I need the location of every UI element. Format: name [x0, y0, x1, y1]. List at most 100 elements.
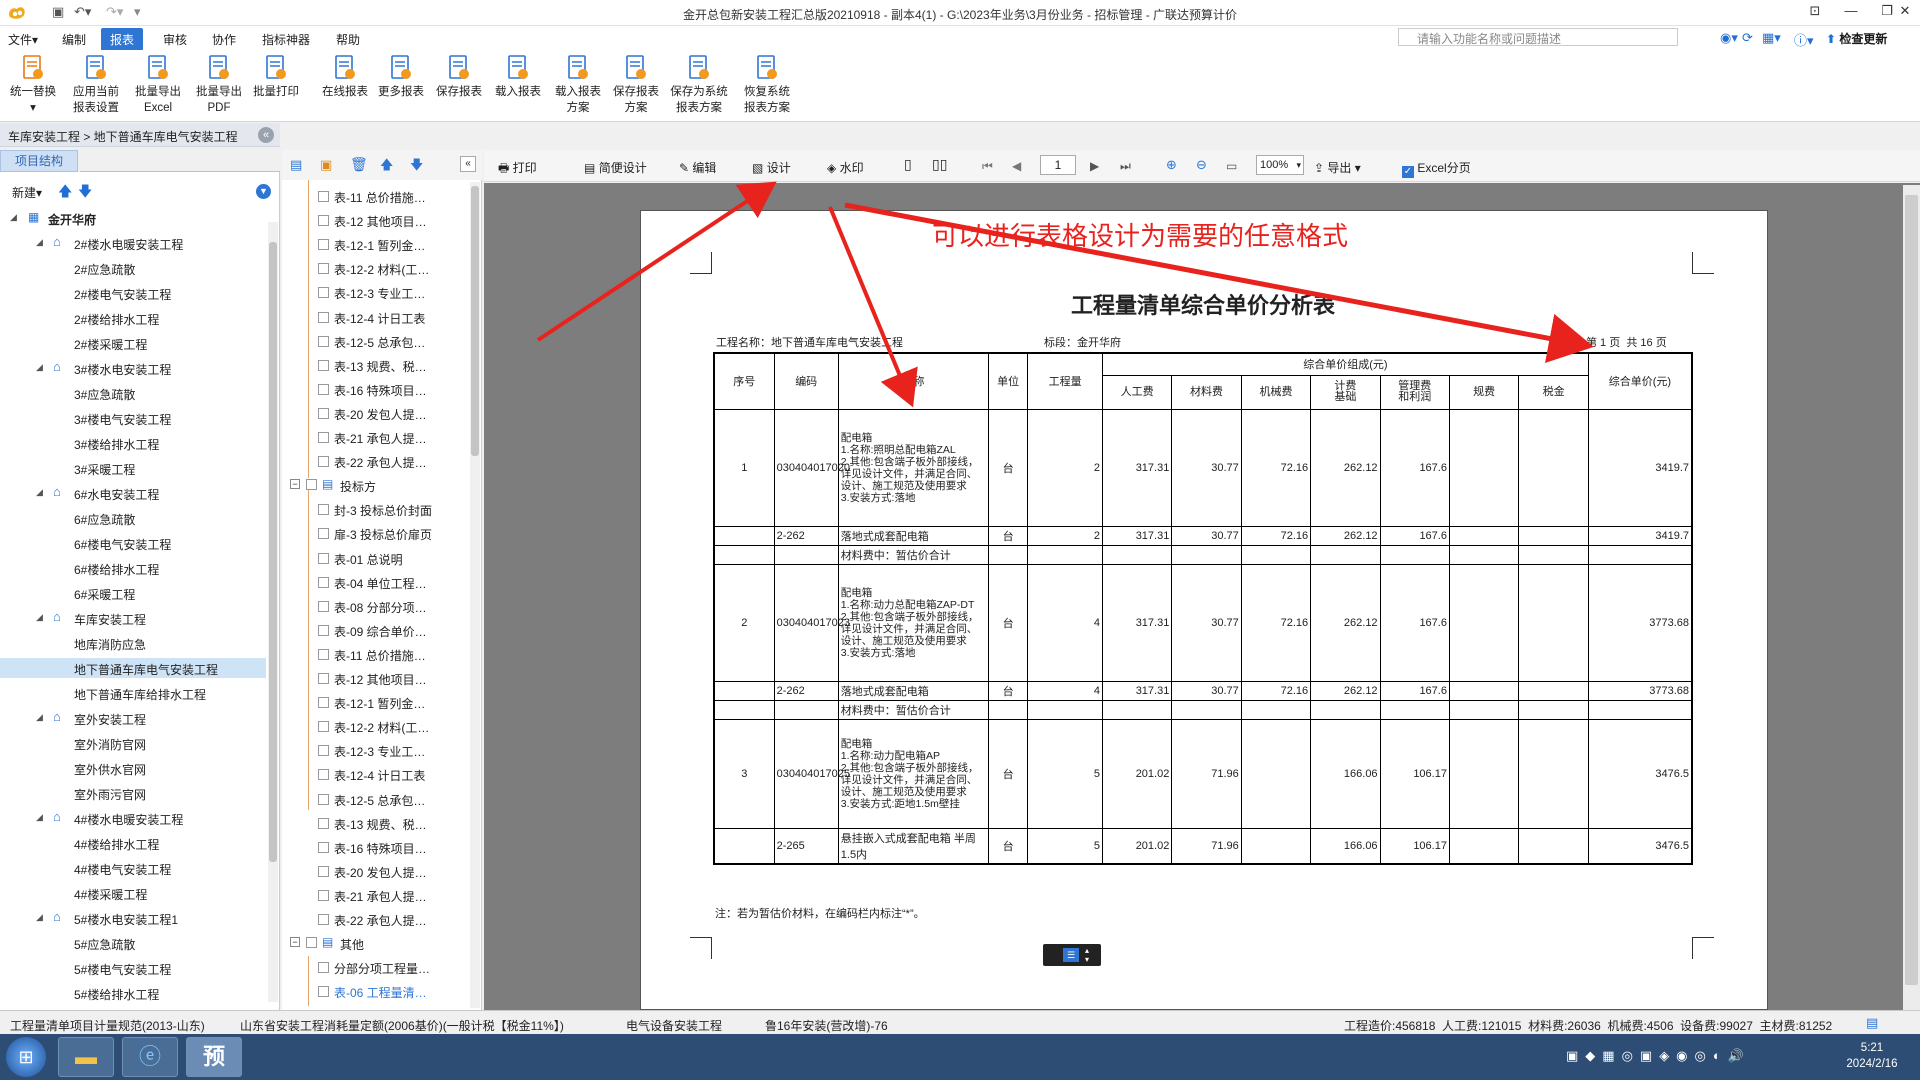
check-update-button[interactable]: ⬆ 检查更新: [1826, 30, 1887, 47]
collapse-breadcrumb-icon[interactable]: «: [258, 127, 274, 143]
new-button[interactable]: 新建▾: [12, 184, 42, 201]
collapse-arrow-icon[interactable]: ◢: [36, 812, 43, 823]
report-item[interactable]: 表-04 单位工程…: [334, 575, 427, 592]
report-checkbox[interactable]: [318, 986, 329, 998]
tree-leaf[interactable]: 3#应急疏散: [0, 383, 266, 403]
zoom-out-icon[interactable]: ⊖: [1196, 157, 1207, 173]
ribbon-button-11[interactable]: 保存为系统 报表方案: [666, 54, 732, 116]
menu-file[interactable]: 文件▾: [8, 31, 38, 48]
report-item[interactable]: 表-16 特殊项目…: [334, 382, 427, 399]
print-button[interactable]: 🖶 打印: [498, 159, 537, 180]
tree-leaf[interactable]: 6#应急疏散: [0, 508, 266, 528]
budget-app-taskbar-button[interactable]: 预: [186, 1037, 242, 1077]
report-checkbox[interactable]: [318, 359, 329, 371]
report-checkbox[interactable]: [318, 600, 329, 612]
tree-node[interactable]: ◢ ⌂ 3#楼水电安装工程: [0, 358, 266, 378]
tree-leaf[interactable]: 6#楼电气安装工程: [0, 533, 266, 553]
report-checkbox[interactable]: [318, 383, 329, 395]
report-checkbox[interactable]: [318, 504, 329, 516]
single-page-icon[interactable]: ▯: [904, 156, 912, 173]
tree-leaf[interactable]: 室外雨污官网: [0, 783, 266, 803]
report-item[interactable]: 表-09 综合单价…: [334, 623, 427, 640]
report-list-scroll-thumb[interactable]: [471, 186, 479, 456]
report-checkbox[interactable]: [318, 335, 329, 347]
explorer-taskbar-icon[interactable]: ▬: [58, 1037, 114, 1077]
status-layout-icon[interactable]: ▤: [1866, 1015, 1878, 1031]
tree-leaf[interactable]: 室外供水官网: [0, 758, 266, 778]
help-icon[interactable]: ⓘ▾: [1794, 30, 1814, 49]
tab-project-structure[interactable]: 项目结构: [0, 150, 78, 172]
watermark-button[interactable]: ◈ 水印: [827, 159, 864, 176]
tree-leaf[interactable]: 4#楼采暖工程: [0, 883, 266, 903]
search-input[interactable]: 请输入功能名称或问题描述: [1398, 28, 1678, 46]
report-item[interactable]: 表-06 工程量清…: [334, 984, 427, 1001]
report-checkbox[interactable]: [318, 769, 329, 781]
tree-leaf[interactable]: 地下普通车库电气安装工程: [0, 658, 266, 678]
collapse-arrow-icon[interactable]: ◢: [36, 612, 43, 623]
tree-node[interactable]: ◢ ⌂ 5#楼水电安装工程1: [0, 908, 266, 928]
report-checkbox[interactable]: [318, 576, 329, 588]
report-checkbox[interactable]: [318, 697, 329, 709]
report-checkbox[interactable]: [318, 432, 329, 443]
first-page-icon[interactable]: ⏮: [982, 159, 993, 174]
tree-leaf[interactable]: 3#楼电气安装工程: [0, 408, 266, 428]
ribbon-button-12[interactable]: 恢复系统 报表方案: [736, 54, 798, 116]
tree-leaf[interactable]: 2#楼给排水工程: [0, 308, 266, 328]
report-item[interactable]: 表-01 总说明: [334, 551, 403, 568]
ribbon-button-8[interactable]: 载入报表: [490, 54, 546, 100]
report-checkbox[interactable]: [318, 648, 329, 660]
next-page-icon[interactable]: ▶: [1090, 159, 1099, 173]
move-up-icon[interactable]: 🡅: [58, 181, 72, 205]
tree-leaf[interactable]: 3#楼给排水工程: [0, 433, 266, 453]
report-checkbox[interactable]: [318, 962, 329, 974]
report-item[interactable]: 表-22 承包人提…: [334, 912, 427, 929]
tree-leaf[interactable]: 5#楼电气安装工程: [0, 958, 266, 978]
report-checkbox[interactable]: [318, 215, 329, 227]
report-item[interactable]: 表-21 承包人提…: [334, 430, 427, 447]
collapse-group-icon[interactable]: −: [290, 479, 300, 490]
report-item[interactable]: 表-12-1 暂列金…: [334, 237, 425, 254]
collapse-arrow-icon[interactable]: ◢: [36, 487, 43, 498]
report-item[interactable]: 表-11 总价措施…: [334, 647, 426, 664]
report-item[interactable]: 表-12-2 材料(工…: [334, 261, 429, 278]
tree-scroll-thumb[interactable]: [269, 242, 277, 862]
page-nav-widget[interactable]: ☰ ▴ ▾: [1043, 944, 1101, 966]
excel-pages-checkbox[interactable]: ✓ Excel分页: [1402, 159, 1471, 178]
tree-scrollbar[interactable]: [268, 222, 278, 1002]
report-group-label[interactable]: 投标方: [340, 478, 376, 495]
move-down-report-icon[interactable]: 🡇: [410, 156, 423, 178]
collapse-arrow-icon[interactable]: ◢: [36, 912, 43, 923]
tree-leaf[interactable]: 6#采暖工程: [0, 583, 266, 603]
menu-edit[interactable]: 编制: [62, 31, 86, 48]
ribbon-button-3[interactable]: 批量导出 PDF: [192, 54, 246, 116]
tree-leaf[interactable]: 2#楼电气安装工程: [0, 283, 266, 303]
report-checkbox[interactable]: [318, 817, 329, 829]
report-checkbox[interactable]: [318, 745, 329, 757]
zoom-select[interactable]: 100% ▾: [1256, 155, 1304, 175]
report-checkbox[interactable]: [318, 721, 329, 733]
report-checkbox[interactable]: [318, 239, 329, 251]
tree-leaf[interactable]: 地库消防应急: [0, 633, 266, 653]
report-item[interactable]: 表-16 特殊项目…: [334, 840, 427, 857]
report-item[interactable]: 表-12-4 计日工表: [334, 310, 425, 327]
report-checkbox[interactable]: [318, 263, 329, 275]
ribbon-button-0[interactable]: 统一替换 ▾: [6, 54, 60, 116]
export-button[interactable]: ⇪ 导出 ▾: [1314, 159, 1361, 176]
report-item[interactable]: 表-12-5 总承包…: [334, 792, 425, 809]
expand-options-icon[interactable]: ▼: [256, 184, 271, 199]
menu-help[interactable]: 帮助: [336, 31, 360, 48]
move-down-icon[interactable]: 🡇: [78, 181, 92, 205]
ribbon-button-4[interactable]: 批量打印: [246, 54, 306, 100]
double-page-icon[interactable]: ▯▯: [932, 156, 947, 173]
report-checkbox[interactable]: [318, 624, 329, 636]
report-checkbox[interactable]: [318, 287, 329, 299]
report-checkbox[interactable]: [318, 191, 329, 202]
report-item[interactable]: 表-12-3 专业工…: [334, 285, 425, 302]
report-item[interactable]: 表-22 承包人提…: [334, 454, 427, 471]
report-item[interactable]: 表-12-3 专业工…: [334, 743, 425, 760]
sync-icon[interactable]: ⟳: [1742, 30, 1753, 46]
report-list-scrollbar[interactable]: [470, 182, 480, 1008]
report-item[interactable]: 表-20 发包人提…: [334, 864, 427, 881]
collapse-arrow-icon[interactable]: ◢: [36, 362, 43, 373]
collapse-arrow-icon[interactable]: ◢: [36, 237, 43, 248]
